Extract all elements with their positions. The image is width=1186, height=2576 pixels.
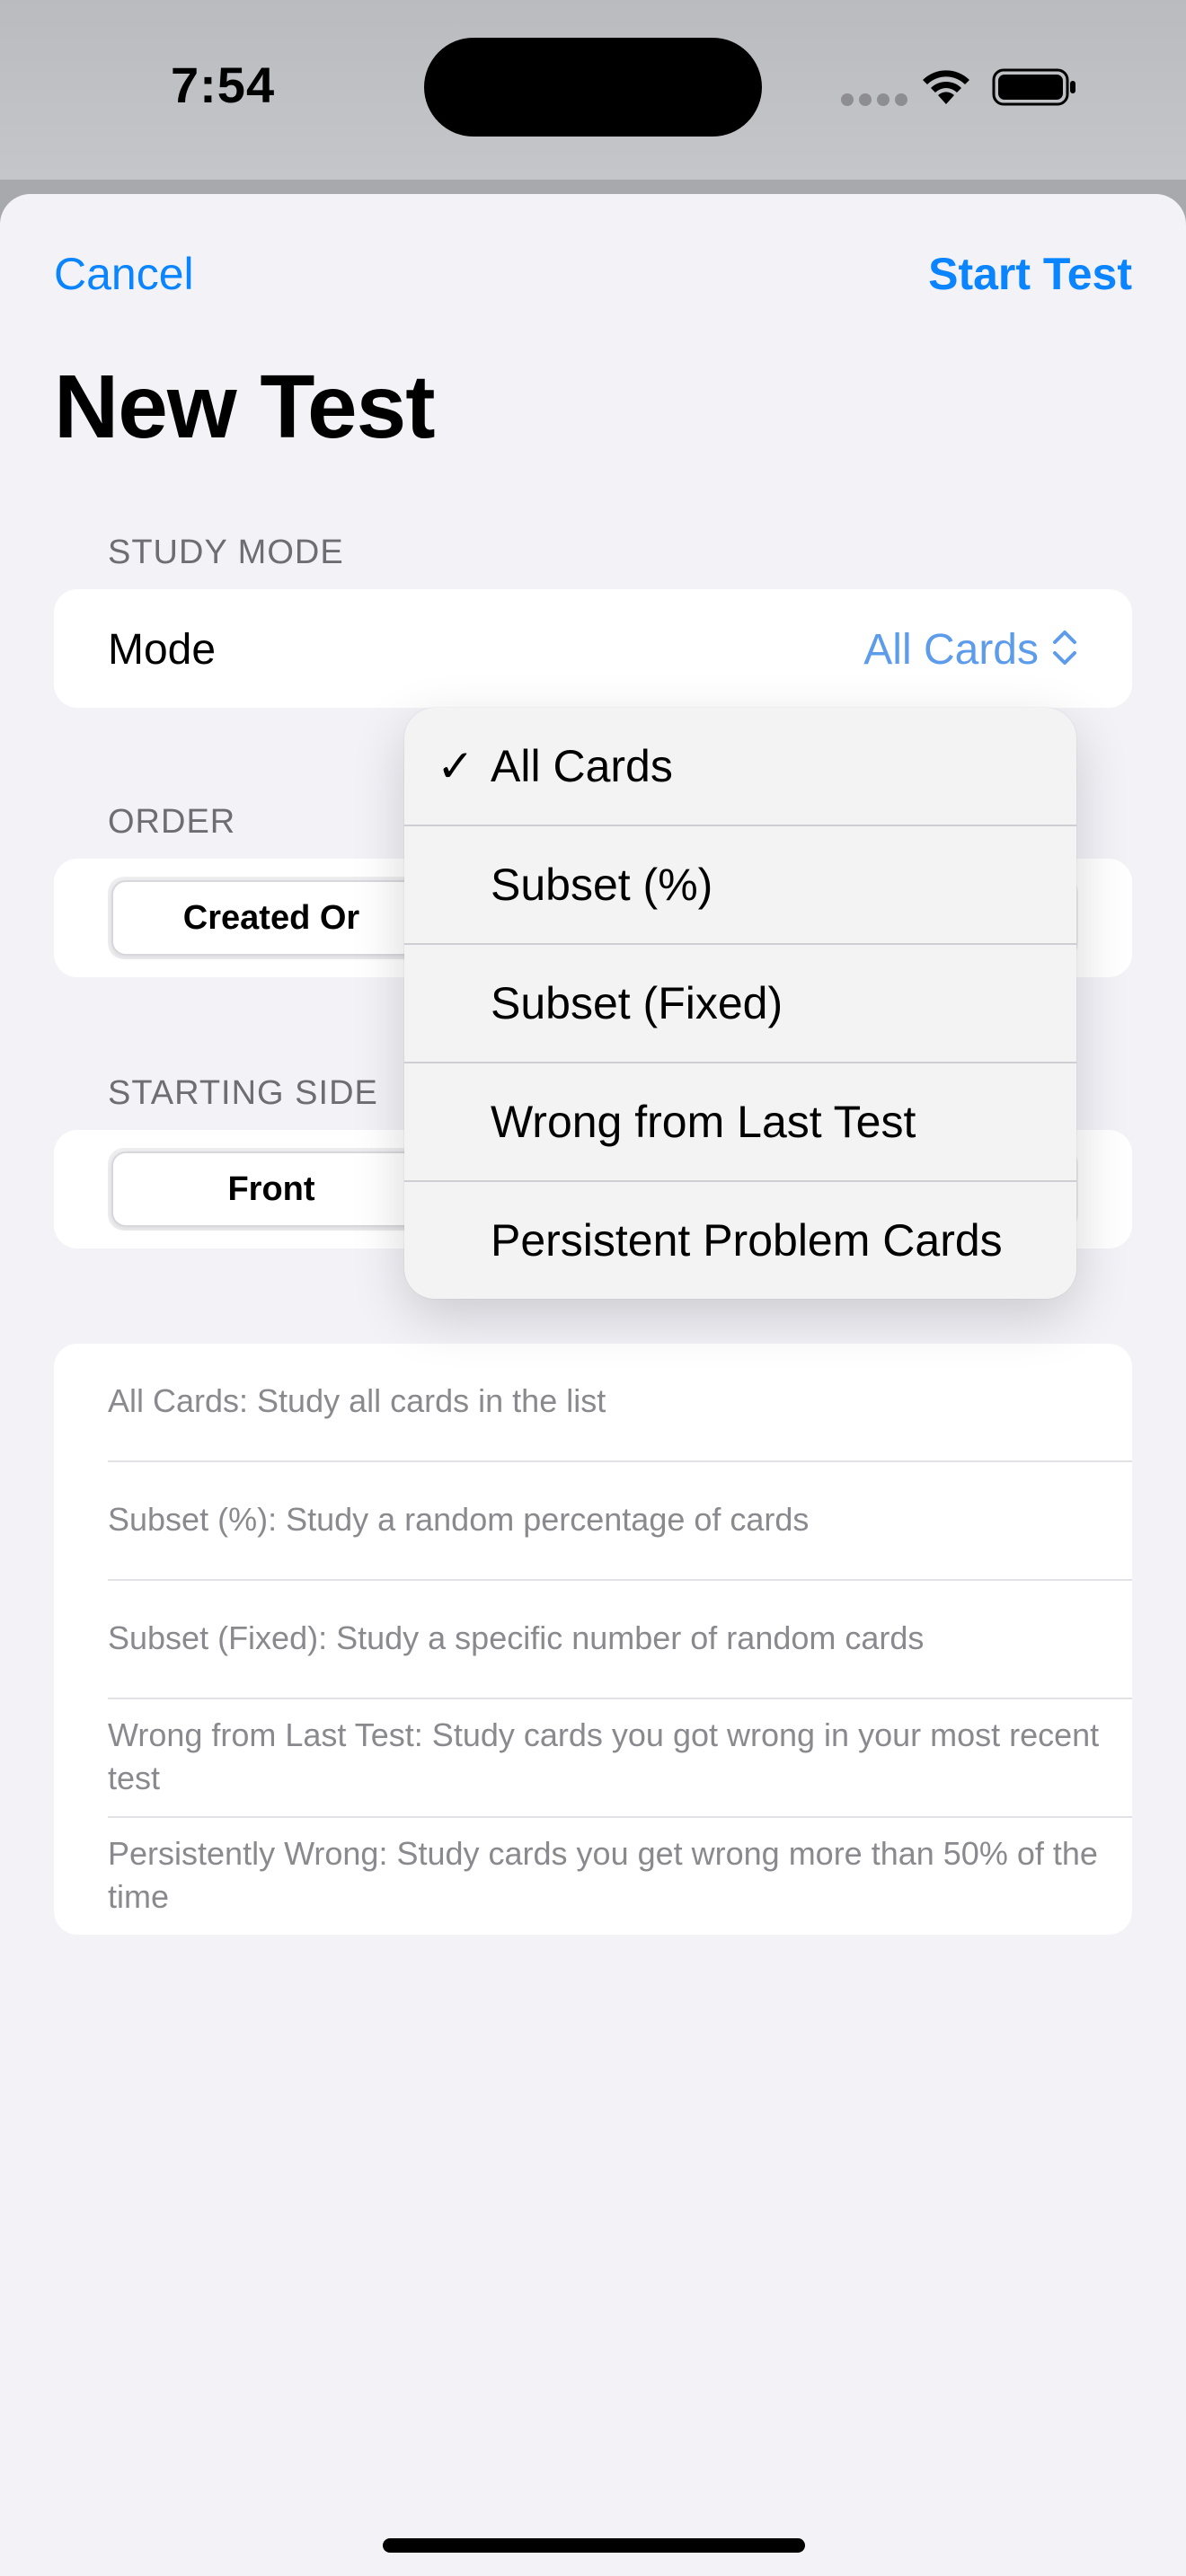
page-title: New Test (54, 357, 436, 457)
new-test-sheet: Cancel Start Test New Test STUDY MODE Mo… (0, 194, 1186, 2576)
divider (108, 1698, 1132, 1699)
menu-item-all-cards[interactable]: ✓ All Cards (404, 708, 1076, 826)
menu-item-persistent-problem-cards[interactable]: Persistent Problem Cards (404, 1182, 1076, 1299)
menu-item-label: Persistent Problem Cards (491, 1215, 1003, 1266)
menu-item-label: Subset (Fixed) (491, 978, 783, 1028)
menu-item-subset-fixed[interactable]: Subset (Fixed) (404, 945, 1076, 1063)
status-bar: 7:54 (0, 0, 1186, 180)
chevron-up-down-icon (1053, 631, 1076, 665)
start-test-button[interactable]: Start Test (928, 248, 1132, 300)
menu-item-wrong-from-last-test[interactable]: Wrong from Last Test (404, 1063, 1076, 1182)
section-header-order: ORDER (108, 803, 236, 841)
mode-value-text: All Cards (863, 626, 1039, 674)
wifi-icon (923, 70, 969, 104)
section-header-starting-side: STARTING SIDE (108, 1074, 378, 1112)
mode-label: Mode (108, 626, 217, 674)
description-row: All Cards: Study all cards in the list (108, 1382, 606, 1419)
divider (108, 1816, 1132, 1818)
starting-side-segment-selected[interactable]: Front (111, 1151, 431, 1227)
divider (108, 1579, 1132, 1581)
mode-picker-value[interactable]: All Cards (863, 625, 1078, 675)
mode-picker-row[interactable]: Mode All Cards (54, 589, 1132, 708)
cellular-signal-icon (841, 93, 913, 110)
cancel-button[interactable]: Cancel (54, 248, 194, 300)
mode-dropdown-menu: ✓ All Cards Subset (%) Subset (Fixed) Wr… (404, 708, 1076, 1299)
dynamic-island (424, 38, 762, 137)
description-row: Wrong from Last Test: Study cards you go… (108, 1716, 1100, 1796)
section-header-study-mode: STUDY MODE (108, 534, 344, 571)
menu-item-label: Wrong from Last Test (491, 1097, 916, 1147)
checkmark-icon: ✓ (437, 741, 474, 791)
status-time: 7:54 (171, 57, 276, 113)
menu-item-label: All Cards (491, 741, 673, 791)
menu-item-subset-percent[interactable]: Subset (%) (404, 826, 1076, 945)
divider (108, 1460, 1132, 1462)
description-row: Subset (Fixed): Study a specific number … (108, 1619, 925, 1656)
mode-descriptions-list: All Cards: Study all cards in the list S… (54, 1344, 1132, 1935)
description-row: Persistently Wrong: Study cards you get … (108, 1835, 1098, 1915)
home-indicator[interactable] (383, 2538, 805, 2553)
battery-icon (992, 68, 1075, 106)
description-row: Subset (%): Study a random percentage of… (108, 1501, 810, 1538)
order-segment-selected[interactable]: Created Or (111, 880, 431, 956)
menu-item-label: Subset (%) (491, 860, 713, 910)
